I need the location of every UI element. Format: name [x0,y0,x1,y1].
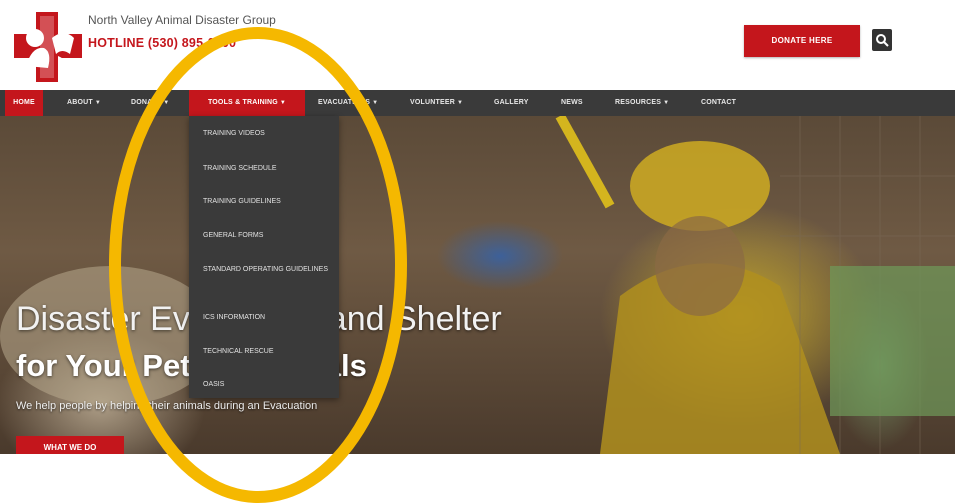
search-button[interactable] [872,29,892,51]
nav-item-about[interactable]: ABOUT ▼ [67,90,101,116]
hero-banner: Disaster Evacuation and Shelter for Your… [0,116,955,454]
nav-label: DONATE [131,99,162,106]
dropdown-item-training-schedule[interactable]: TRAINING SCHEDULE [203,163,331,175]
tools-training-dropdown: TRAINING VIDEOS TRAINING SCHEDULE TRAINI… [189,116,339,398]
dropdown-item-oasis[interactable]: OASIS [203,379,331,391]
caret-down-icon: ▼ [279,100,287,106]
nav-label: VOLUNTEER [410,99,455,106]
dropdown-item-technical-rescue[interactable]: TECHNICAL RESCUE [203,346,331,358]
nav-label: NEWS [561,99,583,106]
nav-label: RESOURCES [615,99,662,106]
nav-item-resources[interactable]: RESOURCES ▼ [615,90,669,116]
nav-label: EVACUATIONS [318,99,371,106]
nav-item-contact[interactable]: CONTACT [701,90,736,116]
logo-icon[interactable] [12,8,84,84]
nav-label: HOME [13,99,35,106]
nav-item-gallery[interactable]: GALLERY [494,90,529,116]
nav-item-donate[interactable]: DONATE ▼ [131,90,169,116]
caret-down-icon: ▼ [372,100,379,106]
nav-label: TOOLS & TRAINING [207,99,278,106]
dropdown-item-training-videos[interactable]: TRAINING VIDEOS [203,128,331,140]
nav-label: GALLERY [494,99,529,106]
nav-label: ABOUT [67,99,93,106]
hotline-number[interactable]: HOTLINE (530) 895-0000 [88,36,236,50]
nav-item-tools-training[interactable]: TOOLS & TRAINING ▼ [189,90,305,116]
hero-tagline: We help people by helping their animals … [16,400,318,412]
caret-down-icon: ▼ [163,100,170,106]
site-header: North Valley Animal Disaster Group HOTLI… [0,0,955,90]
dropdown-item-ics-information[interactable]: ICS INFORMATION [203,312,331,324]
dropdown-item-standard-operating-guidelines[interactable]: STANDARD OPERATING GUIDELINES [203,264,331,276]
nav-item-evacuations[interactable]: EVACUATIONS ▼ [318,90,378,116]
org-name: North Valley Animal Disaster Group [88,13,276,27]
nav-item-volunteer[interactable]: VOLUNTEER ▼ [410,90,463,116]
main-nav: HOME ABOUT ▼ DONATE ▼ TOOLS & TRAINING ▼ EV… [0,90,955,116]
caret-down-icon: ▼ [456,100,464,106]
nav-item-home[interactable]: HOME [5,90,43,116]
what-we-do-button[interactable]: WHAT WE DO [16,436,124,454]
nav-label: CONTACT [701,99,737,106]
nav-item-news[interactable]: NEWS [561,90,583,116]
caret-down-icon: ▼ [94,100,102,106]
caret-down-icon: ▼ [663,100,670,106]
dropdown-item-general-forms[interactable]: GENERAL FORMS [203,230,331,242]
dropdown-item-training-guidelines[interactable]: TRAINING GUIDELINES [203,196,331,208]
search-icon [876,34,889,47]
donate-button[interactable]: DONATE HERE [744,25,860,57]
